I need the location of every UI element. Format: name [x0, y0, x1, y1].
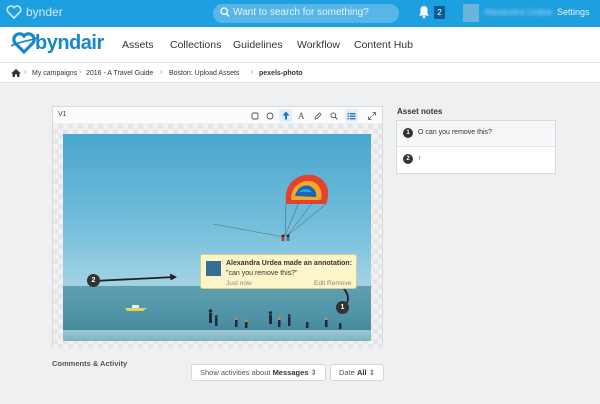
parasail-riders [281, 234, 290, 241]
author-avatar [206, 261, 221, 276]
home-icon[interactable] [11, 69, 21, 77]
pen-icon [313, 111, 322, 120]
swimmer-skin [234, 317, 328, 322]
sort-arrows-icon: ⇕ [368, 368, 375, 377]
heart-logo-icon [6, 5, 22, 19]
filter-value: Messages [272, 368, 309, 377]
rectangle-tool[interactable] [248, 109, 261, 122]
beach-parasail-photo[interactable]: 2 1 [63, 134, 371, 341]
arrow-tool[interactable] [279, 109, 292, 122]
nav-guidelines[interactable]: Guidelines [233, 39, 283, 51]
bynder-logo[interactable]: bynder [6, 5, 63, 19]
photo-scene [92, 174, 349, 329]
activity-filter-dropdown[interactable]: Show activities about Messages ⇕ [191, 364, 326, 381]
comments-title: Comments & Activity [52, 359, 128, 368]
annotation-author: Alexandra Urdea made an annotation: [226, 260, 353, 267]
chevron-right-icon: › [24, 69, 27, 76]
fullscreen-tool[interactable] [365, 109, 378, 122]
annotation-actions[interactable]: Edit Remove [314, 280, 351, 287]
swimmers [208, 309, 342, 329]
search-input[interactable]: Want to search for something? [213, 4, 399, 23]
chevron-right-icon: › [79, 69, 82, 76]
zoom-tool[interactable] [327, 109, 340, 122]
date-value: All [356, 368, 367, 377]
pen-tool[interactable] [311, 109, 324, 122]
date-filter-dropdown[interactable]: Date All ⇕ [330, 364, 384, 381]
search-placeholder: Want to search for something? [233, 7, 369, 18]
bynder-logo-text: bynder [26, 5, 63, 19]
nav-content-hub[interactable]: Content Hub [354, 39, 413, 51]
list-icon [347, 112, 356, 119]
byndair-logo[interactable]: byndair [11, 30, 104, 55]
asset-viewer: V1 A 2 1 [52, 106, 383, 349]
rectangle-icon [251, 112, 258, 119]
tow-rope [212, 223, 285, 238]
note-text: O can you remove this? [418, 129, 492, 136]
text-tool[interactable]: A [295, 109, 308, 122]
svg-text:A: A [298, 111, 305, 120]
breadcrumb-travel-guide[interactable]: 2016 - A Travel Guide [86, 70, 153, 77]
sort-arrows-icon: ⇕ [310, 368, 317, 377]
brand-name: byndair [35, 32, 104, 54]
breadcrumb-upload-assets[interactable]: Boston: Upload Assets [169, 70, 239, 77]
nav-workflow[interactable]: Workflow [297, 39, 340, 51]
zoom-icon [329, 111, 338, 120]
asset-notes-panel: 1 O can you remove this? 2 ↑ [396, 120, 556, 174]
user-avatar[interactable] [463, 4, 479, 22]
heart-brand-icon [11, 31, 37, 54]
chevron-right-icon: › [160, 69, 163, 76]
parachute-canopy [285, 174, 329, 204]
text-icon: A [298, 111, 305, 120]
annotation-arrow [92, 276, 176, 282]
filter-prefix: Show activities about [200, 368, 271, 377]
note-item[interactable]: 1 O can you remove this? [397, 121, 555, 147]
user-name[interactable]: Alexandra Urdea [484, 7, 552, 17]
note-item[interactable]: 2 ↑ [397, 147, 555, 173]
breadcrumb: › My campaigns › 2016 - A Travel Guide ›… [0, 63, 600, 83]
list-tool[interactable] [345, 109, 358, 122]
chevron-right-icon: › [251, 69, 254, 76]
main-nav: byndair Assets Collections Guidelines Wo… [0, 27, 600, 63]
date-prefix: Date [339, 368, 355, 377]
annotation-pin-2[interactable]: 2 [87, 274, 100, 287]
version-label: V1 [58, 111, 67, 118]
image-canvas[interactable]: 2 1 [53, 124, 382, 349]
breadcrumb-my-campaigns[interactable]: My campaigns [32, 70, 77, 77]
annotation-toolbar: V1 A [53, 107, 382, 124]
circle-tool[interactable] [263, 109, 276, 122]
parachute-lines [284, 201, 327, 237]
annotation-arrowhead [170, 273, 177, 281]
nav-assets[interactable]: Assets [122, 39, 154, 51]
top-bar: bynder Want to search for something? 2 A… [0, 0, 600, 27]
annotation-tooltip: Alexandra Urdea made an annotation: "can… [200, 254, 357, 289]
search-icon [220, 7, 230, 17]
annotation-time: Just now [226, 280, 252, 287]
note-number: 2 [403, 154, 413, 164]
fullscreen-icon [367, 111, 376, 120]
circle-icon [266, 112, 273, 119]
notification-bell-icon[interactable] [418, 5, 430, 19]
arrow-up-icon [282, 111, 289, 120]
nav-collections[interactable]: Collections [170, 39, 221, 51]
annotation-text: "can you remove this?" [226, 270, 298, 277]
note-arrow-icon: ↑ [418, 155, 422, 162]
boat [125, 305, 147, 311]
settings-link[interactable]: Settings [557, 7, 590, 17]
notification-count-badge[interactable]: 2 [434, 6, 445, 19]
breadcrumb-current: pexels-photo [259, 70, 303, 77]
annotation-pin-1[interactable]: 1 [336, 301, 349, 314]
note-number: 1 [403, 128, 413, 138]
asset-notes-title: Asset notes [397, 107, 443, 116]
